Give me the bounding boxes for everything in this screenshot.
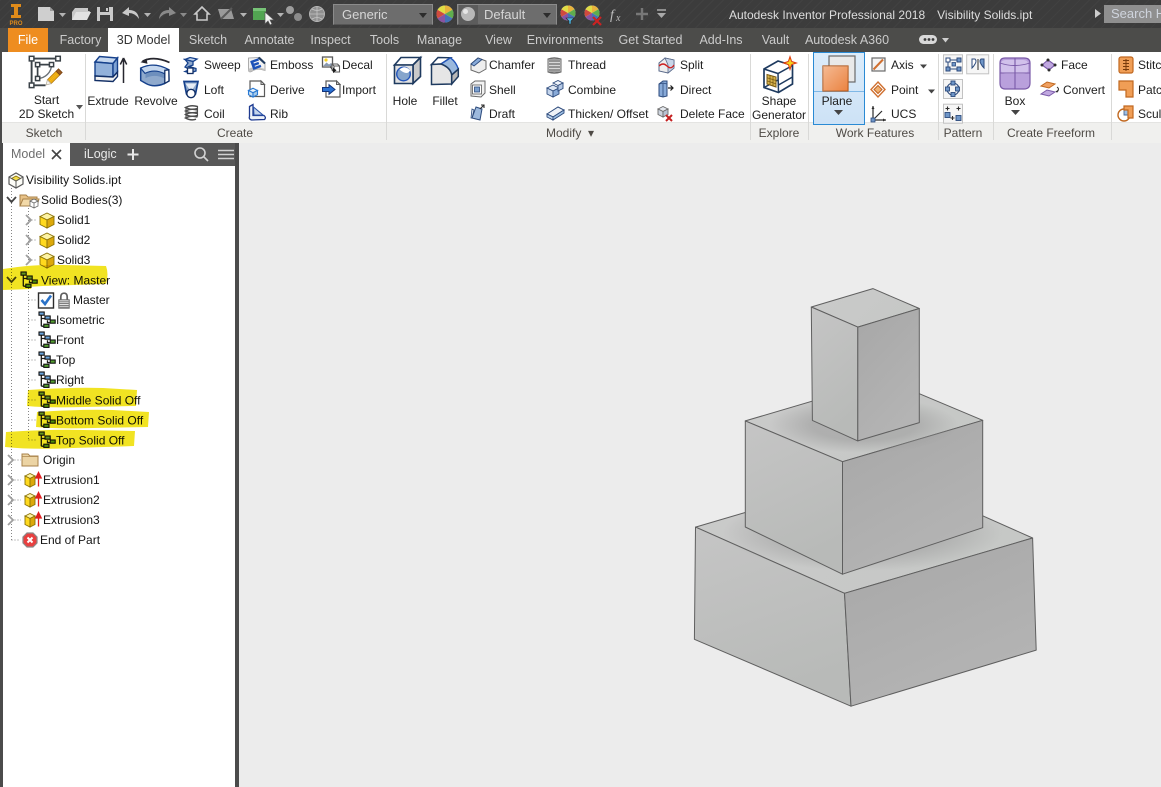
svg-text:x: x	[615, 13, 621, 24]
svg-text:PRO: PRO	[9, 21, 22, 27]
